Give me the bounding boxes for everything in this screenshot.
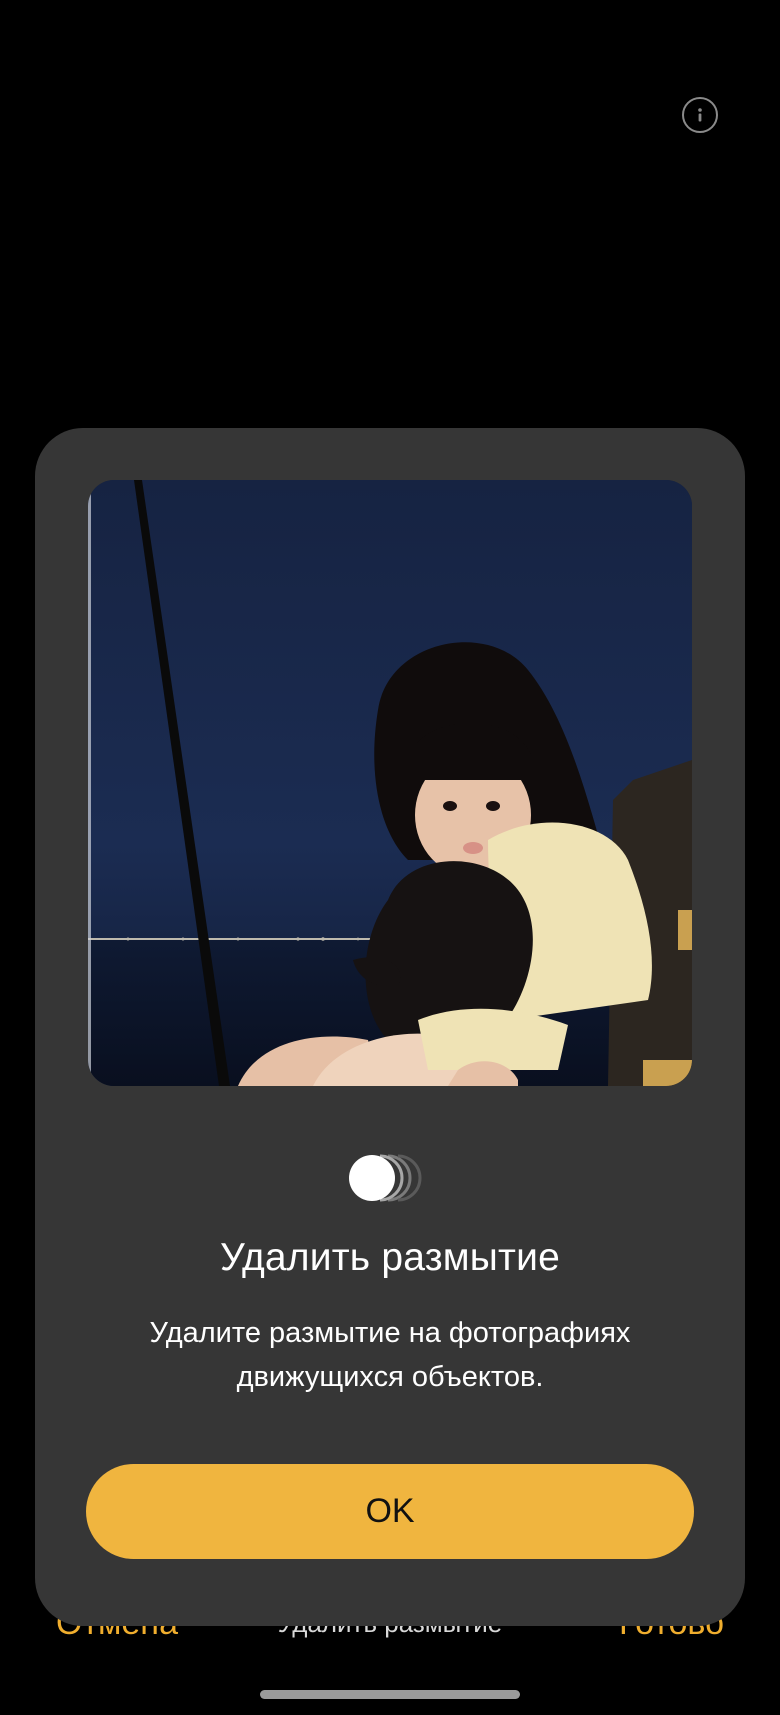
dialog-description: Удалите размытие на фотографиях движущих… <box>149 1317 631 1393</box>
example-photo <box>88 480 692 1086</box>
info-icon <box>698 108 702 122</box>
ok-button[interactable]: OK <box>86 1464 694 1559</box>
motion-blur-icon <box>349 1154 422 1202</box>
home-indicator[interactable] <box>260 1690 520 1699</box>
info-button[interactable] <box>682 97 718 133</box>
feature-dialog: Удалить размытие Удалите размытие на фот… <box>35 428 745 1626</box>
dialog-title: Удалить размытие <box>220 1236 560 1279</box>
